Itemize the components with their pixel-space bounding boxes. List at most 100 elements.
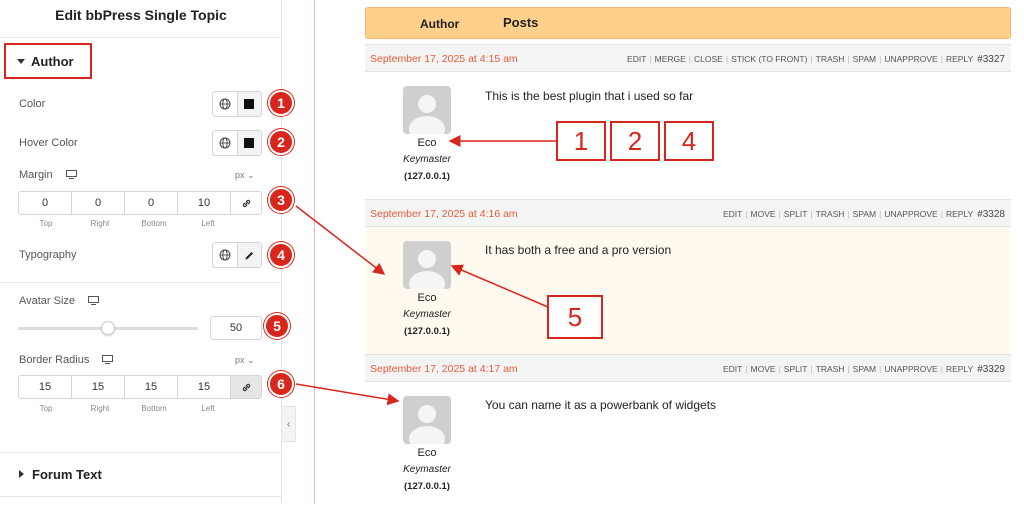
reply-content: You can name it as a powerbank of widget… [485,398,717,412]
author-name[interactable]: Eco [367,292,487,304]
action-split[interactable]: SPLIT [784,209,808,219]
action-stick[interactable]: STICK (TO FRONT) [731,54,807,64]
badge-1: 1 [268,90,294,116]
badge-3: 3 [268,187,294,213]
action-spam[interactable]: SPAM [853,209,876,219]
dim-label-right: Right [90,219,110,228]
link-icon[interactable] [231,376,261,398]
action-edit[interactable]: EDIT [723,364,742,374]
reply-id-link[interactable]: #3327 [977,54,1005,65]
hover-color-control [212,130,262,156]
action-reply[interactable]: REPLY [946,209,973,219]
action-spam[interactable]: SPAM [853,54,876,64]
border-radius-unit: px [235,355,245,365]
action-edit[interactable]: EDIT [723,209,742,219]
globe-icon[interactable] [213,131,237,155]
callout-2: 2 [610,121,660,161]
margin-right-input[interactable]: 0 [72,192,125,214]
globe-icon[interactable] [213,243,237,267]
divider [0,496,282,497]
radius-left-input[interactable]: 15 [178,376,231,398]
margin-left-input[interactable]: 10 [178,192,231,214]
badge-6: 6 [268,371,294,397]
author-role: Keymaster [403,154,451,165]
color-swatch-button[interactable] [236,92,261,116]
reply-id-link[interactable]: #3328 [977,209,1005,220]
caret-right-icon [19,470,24,478]
desktop-icon[interactable] [88,296,100,305]
radius-bottom-input[interactable]: 15 [125,376,178,398]
section-toggle-author[interactable]: Author [17,54,74,69]
action-unapprove[interactable]: UNAPPROVE [884,54,937,64]
reply-date: September 17, 2025 at 4:15 am [370,53,518,65]
margin-top-input[interactable]: 0 [19,192,72,214]
action-split[interactable]: SPLIT [784,364,808,374]
color-swatch [244,99,255,109]
pencil-icon[interactable] [236,243,261,267]
dim-label-bottom: Bottom [141,404,167,413]
desktop-icon[interactable] [65,170,77,179]
dim-label-top: Top [39,404,53,413]
column-author: Author [420,17,460,31]
avatar-size-input[interactable]: 50 [210,316,262,340]
margin-unit-select[interactable]: px ⌄ [235,170,255,181]
dim-label-top: Top [39,219,53,228]
border-radius-inputs: 15 15 15 15 [18,375,262,399]
collapse-panel-button[interactable]: ‹ [282,406,296,442]
dim-label-left: Left [201,219,215,228]
desktop-icon[interactable] [102,355,114,364]
reply-id-link[interactable]: #3329 [977,364,1005,375]
action-merge[interactable]: MERGE [655,54,686,64]
avatar-size-label: Avatar Size [19,295,100,307]
action-move[interactable]: MOVE [751,364,776,374]
chevron-down-icon: ⌄ [247,355,255,365]
avatar[interactable] [403,396,451,444]
caret-down-icon [17,59,25,64]
typography-label: Typography [19,249,77,261]
margin-label: Margin [19,169,77,181]
avatar-size-slider-handle[interactable] [101,321,115,335]
margin-bottom-input[interactable]: 0 [125,192,178,214]
author-name[interactable]: Eco [367,137,487,149]
avatar-size-slider[interactable] [18,321,198,335]
border-radius-label: Border Radius [19,354,114,366]
hover-color-swatch [244,138,255,148]
radius-right-input[interactable]: 15 [72,376,125,398]
editor-panel: Edit bbPress Single Topic Author Color 1… [0,0,294,504]
action-spam[interactable]: SPAM [853,364,876,374]
hover-color-swatch-button[interactable] [236,131,261,155]
reply-meta-bar: September 17, 2025 at 4:17 am EDIT | MOVE |… [365,354,1011,382]
dim-label-left: Left [201,404,215,413]
avatar[interactable] [403,241,451,289]
author-role: Keymaster [403,464,451,475]
reply-meta-bar: September 17, 2025 at 4:15 am EDIT | MERGE… [365,44,1011,72]
action-move[interactable]: MOVE [751,209,776,219]
avatar[interactable] [403,86,451,134]
action-trash[interactable]: TRASH [816,54,845,64]
divider [0,282,282,283]
badge-4: 4 [268,242,294,268]
action-trash[interactable]: TRASH [816,364,845,374]
border-radius-unit-select[interactable]: px ⌄ [235,355,255,366]
reply-date: September 17, 2025 at 4:16 am [370,208,518,220]
action-reply[interactable]: REPLY [946,54,973,64]
reply-meta-bar: September 17, 2025 at 4:16 am EDIT | MOVE |… [365,199,1011,227]
action-trash[interactable]: TRASH [816,209,845,219]
reply-actions: EDIT | MERGE | CLOSE | STICK (TO FRONT) | TRASH |… [627,54,1005,65]
callout-1: 1 [556,121,606,161]
border-radius-label-text: Border Radius [19,354,90,366]
action-unapprove[interactable]: UNAPPROVE [884,364,937,374]
section-toggle-forum-text[interactable]: Forum Text [19,467,102,482]
author-name[interactable]: Eco [367,447,487,459]
action-edit[interactable]: EDIT [627,54,646,64]
radius-top-input[interactable]: 15 [19,376,72,398]
chevron-down-icon: ⌄ [247,170,255,180]
action-unapprove[interactable]: UNAPPROVE [884,209,937,219]
globe-icon[interactable] [213,92,237,116]
action-close[interactable]: CLOSE [694,54,723,64]
link-icon[interactable] [231,192,261,214]
action-reply[interactable]: REPLY [946,364,973,374]
chevron-left-icon: ‹ [286,418,291,430]
author-ip: (127.0.0.1) [404,171,450,182]
divider [0,452,282,453]
